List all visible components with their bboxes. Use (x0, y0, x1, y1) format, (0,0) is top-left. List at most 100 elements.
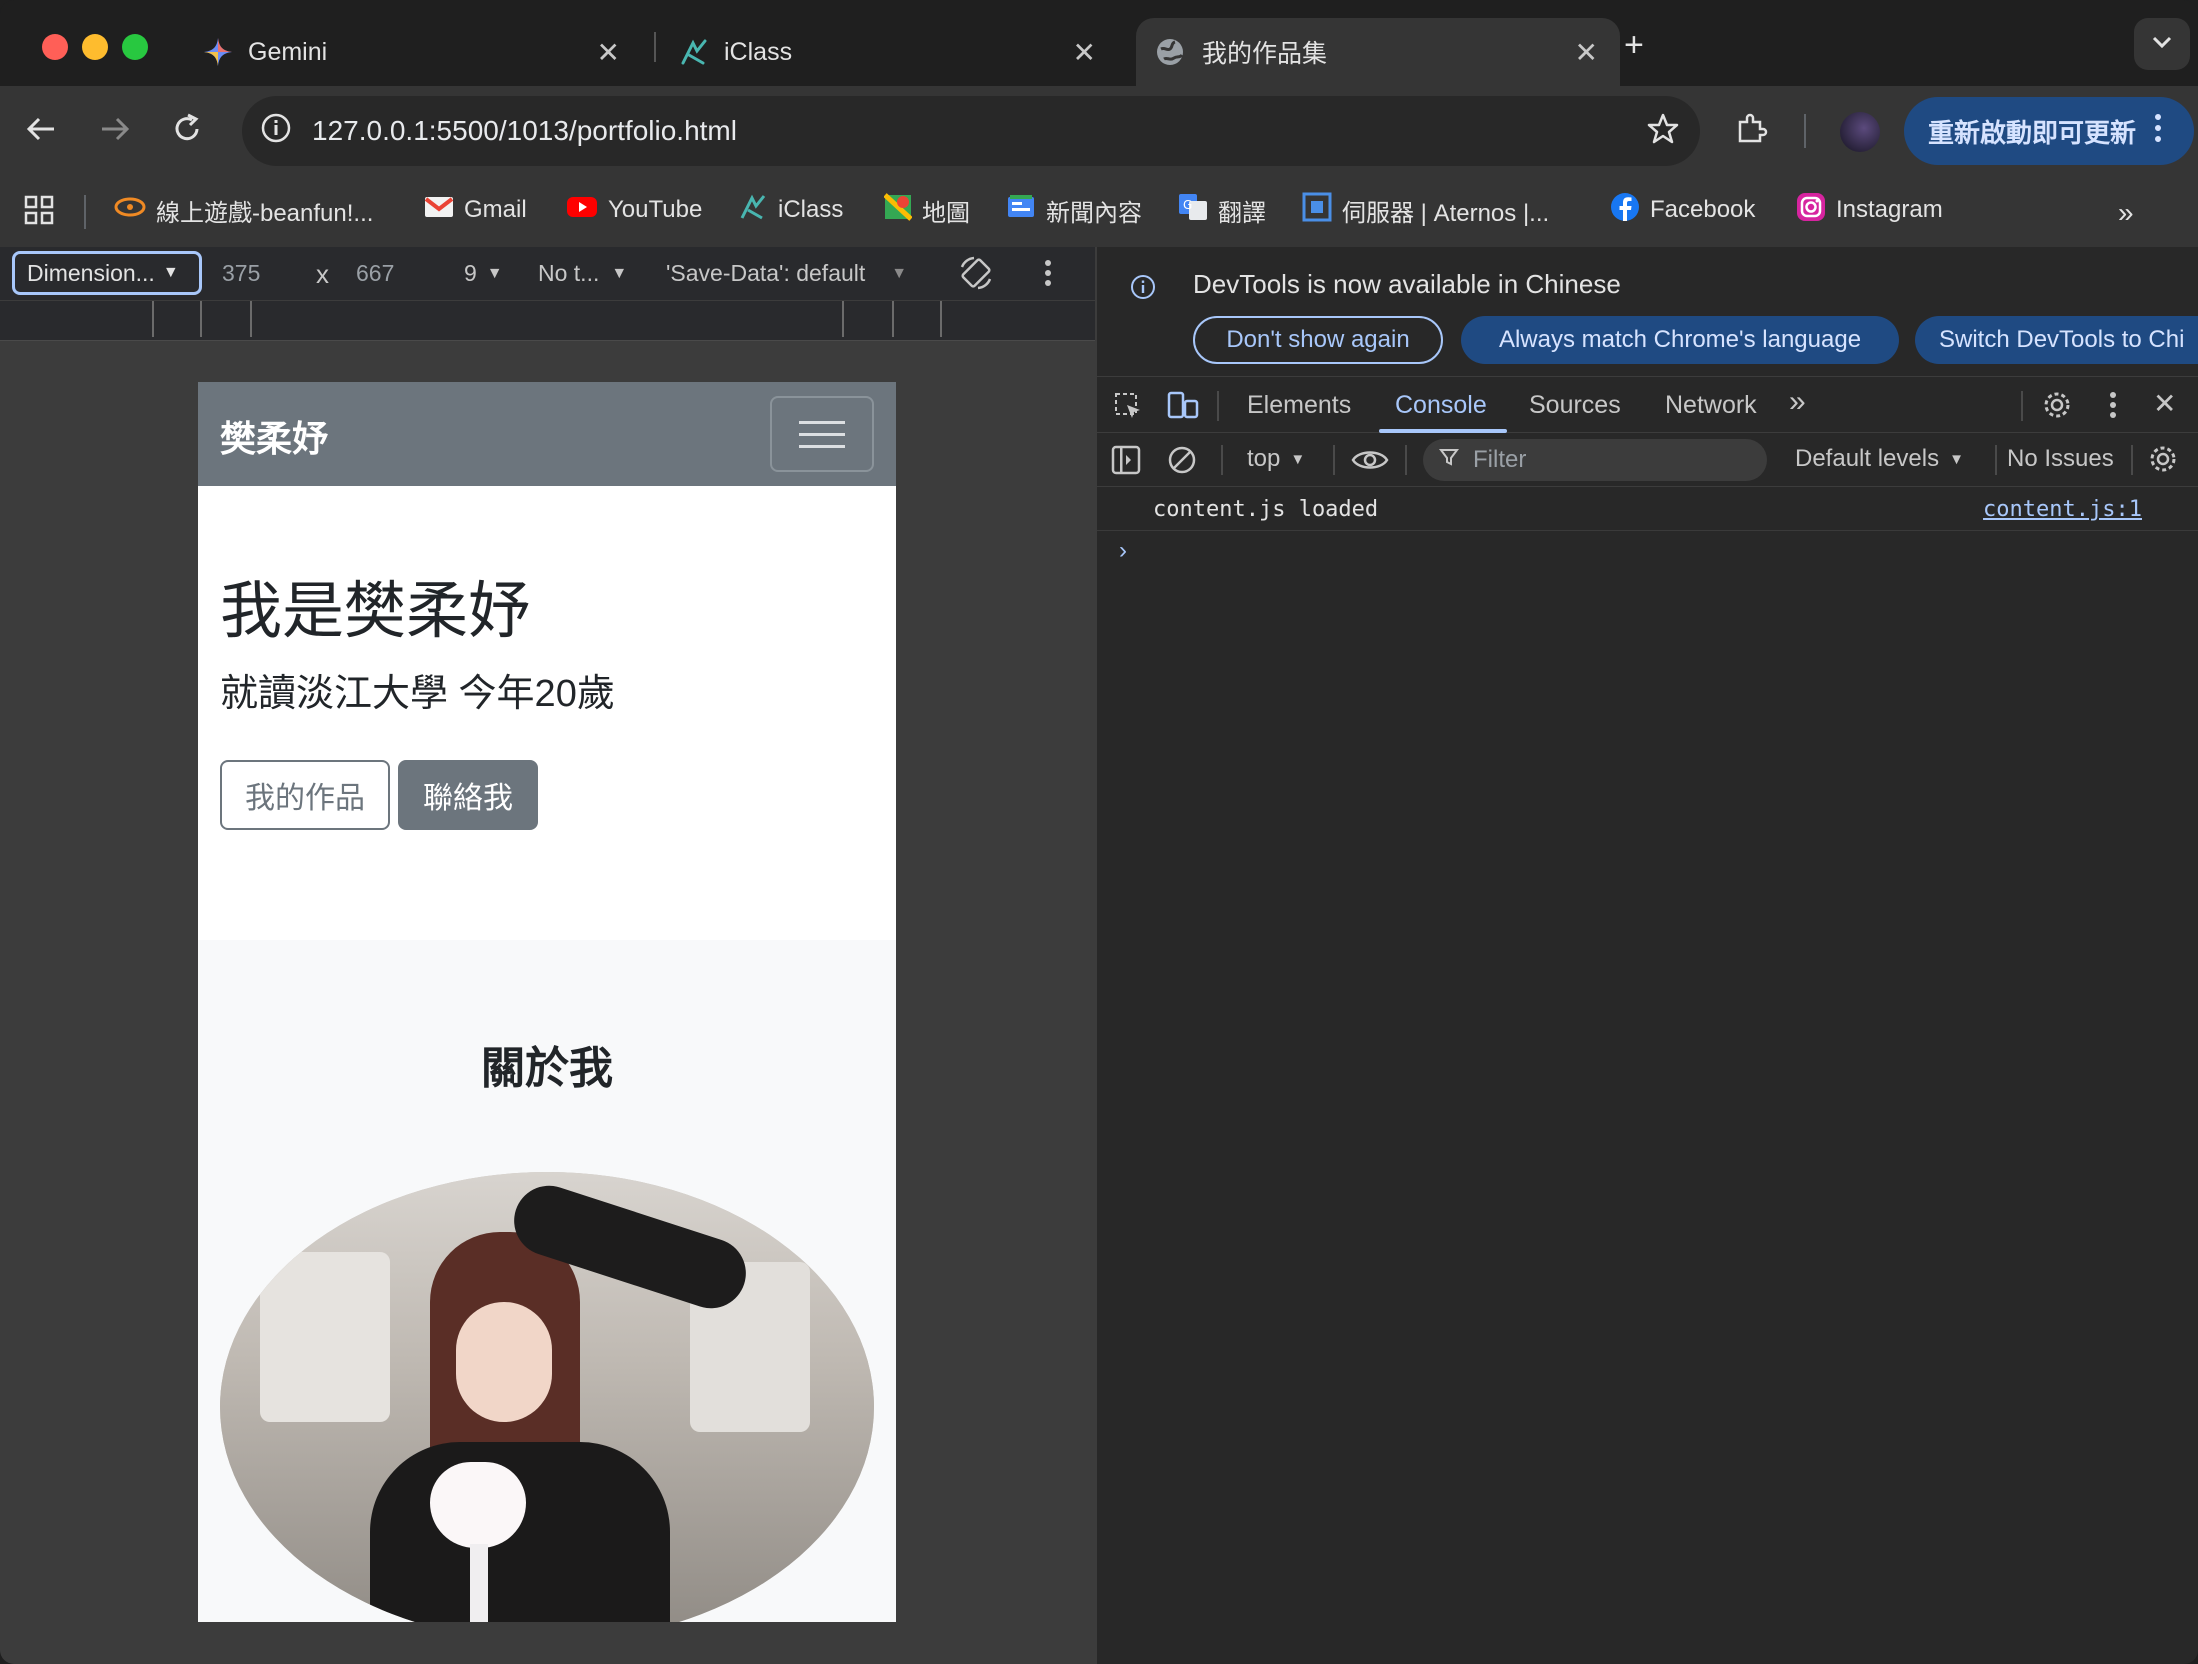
tab-iclass[interactable]: iClass ✕ (666, 18, 1118, 86)
tab-title: iClass (724, 37, 793, 66)
console-prompt-chevron-icon[interactable]: › (1119, 537, 1127, 565)
dropdown-triangle-icon: ▼ (611, 264, 628, 282)
site-info-icon[interactable] (260, 112, 292, 151)
contact-me-button[interactable]: 聯絡我 (398, 760, 538, 830)
bookmark-iclass[interactable]: iClass (738, 191, 843, 229)
throttle-label: No t... (538, 260, 600, 286)
info-icon (1129, 273, 1157, 306)
navbar-toggler-button[interactable] (770, 396, 874, 472)
more-tabs-chevron-icon[interactable]: » (1789, 385, 1806, 419)
ruler-tick (200, 301, 202, 337)
width-input[interactable]: 375 (222, 260, 260, 287)
bookmark-beanfun[interactable]: 線上遊戲-beanfun!... (114, 191, 373, 229)
ruler-tick (940, 301, 942, 337)
aternos-icon (1302, 192, 1332, 229)
close-tab-icon[interactable]: ✕ (1575, 36, 1598, 69)
forward-arrow-icon[interactable] (98, 112, 132, 146)
context-select[interactable]: top ▼ (1247, 445, 1305, 473)
url-text: 127.0.0.1:5500/1013/portfolio.html (312, 115, 737, 146)
settings-gear-icon[interactable] (2041, 389, 2073, 426)
log-levels-select[interactable]: Default levels ▼ (1795, 445, 1964, 473)
console-settings-gear-icon[interactable] (2147, 443, 2179, 480)
console-divider (1405, 445, 1407, 475)
bookmark-news[interactable]: 新聞內容 (1006, 191, 1142, 229)
more-vert-icon[interactable] (1044, 259, 1052, 293)
clear-console-icon[interactable] (1167, 445, 1197, 480)
bookmark-label: 伺服器 | Aternos |... (1342, 199, 1550, 227)
apps-grid-icon[interactable] (24, 195, 54, 232)
ruler-tick (152, 301, 154, 337)
zoom-select[interactable]: 9 ▼ (464, 260, 503, 287)
iclass-icon (738, 192, 768, 229)
levels-label: Default levels (1795, 445, 1940, 472)
height-input[interactable]: 667 (356, 260, 394, 287)
bookmark-instagram[interactable]: Instagram (1796, 191, 1943, 229)
bookmark-gmail[interactable]: Gmail (424, 191, 527, 229)
tab-strip: Gemini ✕ iClass ✕ 我的作品集 ✕ + (0, 0, 2198, 86)
bookmark-label: 地圖 (922, 199, 970, 227)
iclass-icon (676, 37, 712, 67)
sidebar-toggle-icon[interactable] (1111, 445, 1141, 480)
bookmark-facebook[interactable]: Facebook (1610, 191, 1755, 229)
close-tab-icon[interactable]: ✕ (1073, 36, 1096, 69)
switch-devtools-button[interactable]: Switch DevTools to Chi (1915, 316, 2198, 364)
avatar[interactable] (1840, 112, 1880, 152)
gemini-icon (200, 37, 236, 67)
tabbar-divider (2021, 391, 2023, 421)
more-vert-icon[interactable] (2109, 391, 2117, 424)
inspect-element-icon[interactable] (1113, 391, 1143, 426)
zoom-label: 9 (464, 260, 477, 286)
rotate-icon[interactable] (958, 255, 994, 297)
photo-lightstick-handle (470, 1544, 488, 1622)
tab-search-button[interactable] (2134, 18, 2190, 70)
tab-elements[interactable]: Elements (1247, 391, 1351, 420)
tab-console[interactable]: Console (1395, 391, 1487, 420)
always-match-language-button[interactable]: Always match Chrome's language (1461, 316, 1899, 364)
issues-counter[interactable]: No Issues (2007, 445, 2114, 473)
update-button[interactable]: 重新啟動即可更新 (1904, 97, 2194, 165)
minimize-window-button[interactable] (82, 34, 108, 60)
save-data-select[interactable]: 'Save-Data': default ▼ (666, 260, 907, 287)
address-bar[interactable]: 127.0.0.1:5500/1013/portfolio.html (242, 96, 1700, 166)
console-source-link[interactable]: content.js:1 (1983, 497, 2142, 522)
extensions-puzzle-icon[interactable] (1734, 110, 1770, 146)
dont-show-again-button[interactable]: Don't show again (1193, 316, 1443, 364)
console-divider (1995, 445, 1997, 475)
console-filter-input[interactable]: Filter (1423, 439, 1767, 481)
close-tab-icon[interactable]: ✕ (597, 36, 620, 69)
bookmark-youtube[interactable]: YouTube (566, 191, 702, 229)
bookmark-aternos[interactable]: 伺服器 | Aternos |... (1302, 191, 1549, 229)
page-navbar: 樊柔妤 (198, 382, 896, 486)
tab-network[interactable]: Network (1665, 391, 1757, 420)
new-tab-plus-icon[interactable]: + (1624, 26, 1644, 65)
console-divider (1333, 445, 1335, 475)
bookmarks-bar: 線上遊戲-beanfun!... Gmail YouTube iClass 地圖… (0, 179, 2198, 247)
back-arrow-icon[interactable] (24, 112, 58, 146)
ruler-tick (250, 301, 252, 337)
my-works-button[interactable]: 我的作品 (220, 760, 390, 830)
tab-gemini[interactable]: Gemini ✕ (190, 18, 642, 86)
throttling-select[interactable]: No t... ▼ (538, 260, 627, 287)
translate-icon: G (1178, 192, 1208, 229)
update-label: 重新啟動即可更新 (1928, 117, 2137, 148)
reload-icon[interactable] (170, 112, 204, 146)
console-divider (2131, 445, 2133, 475)
navbar-brand[interactable]: 樊柔妤 (220, 410, 328, 462)
dimensions-select[interactable]: Dimension... ▼ (12, 251, 202, 295)
bookmark-star-icon[interactable] (1646, 112, 1680, 153)
close-window-button[interactable] (42, 34, 68, 60)
maximize-window-button[interactable] (122, 34, 148, 60)
eye-icon[interactable] (1351, 447, 1389, 478)
bookmark-translate[interactable]: G 翻譯 (1178, 191, 1266, 229)
bookmark-maps[interactable]: 地圖 (883, 191, 970, 229)
dropdown-triangle-icon: ▼ (891, 264, 908, 282)
console-output[interactable]: content.js loaded content.js:1 › (1097, 487, 2198, 1664)
tab-title: 我的作品集 (1202, 40, 1328, 68)
bookmark-label: iClass (778, 196, 844, 223)
more-bookmarks-chevron-icon[interactable]: » (2118, 197, 2134, 229)
tab-sources[interactable]: Sources (1529, 391, 1621, 420)
gmail-icon (424, 195, 454, 226)
device-toggle-icon[interactable] (1167, 391, 1199, 426)
tab-portfolio[interactable]: 我的作品集 ✕ (1136, 18, 1620, 86)
close-devtools-icon[interactable]: ✕ (2153, 387, 2176, 420)
